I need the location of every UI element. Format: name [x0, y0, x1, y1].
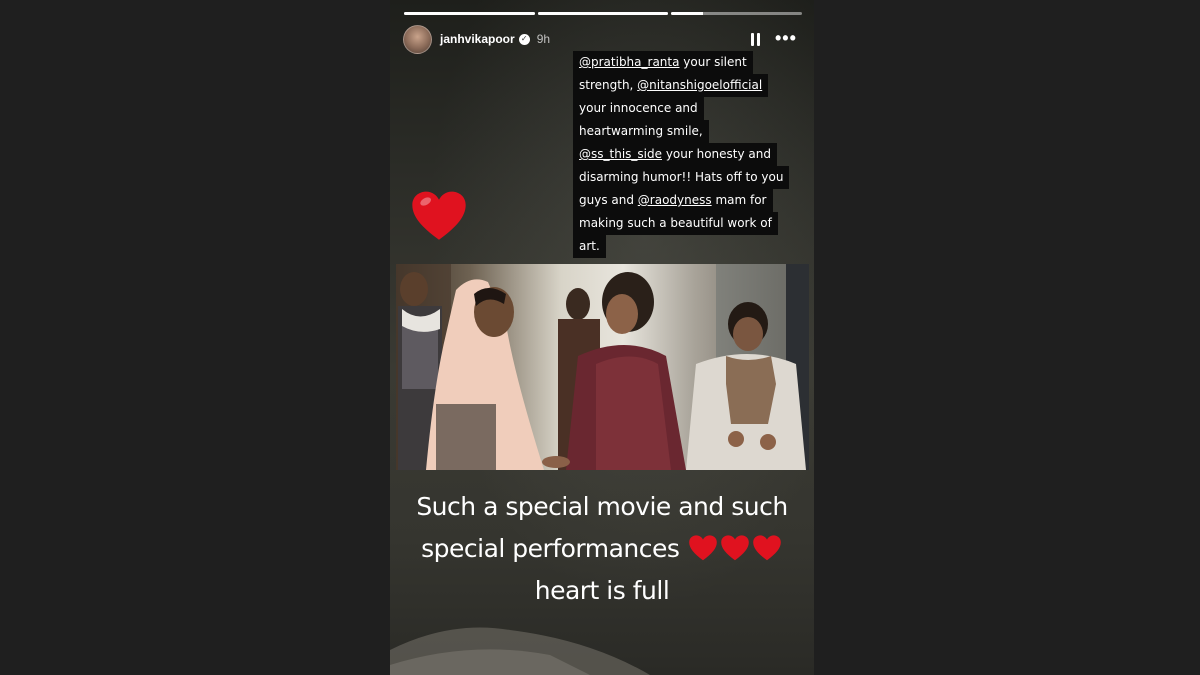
more-options-icon[interactable]: ••• — [775, 29, 797, 47]
story-header: janhvikapoor ✓ 9h ••• — [403, 24, 803, 54]
mention-link[interactable]: @ss_this_side — [579, 147, 662, 161]
story-text-overlay: Such a special movie and such special pe… — [390, 486, 814, 612]
overlay-line-2: special performances — [390, 528, 814, 570]
progress-fill-3 — [671, 12, 703, 15]
heart-emoji-icon — [721, 535, 749, 561]
caption-text: disarming humor!! Hats off to you — [579, 170, 784, 184]
caption-line: @pratibha_ranta your silent — [573, 51, 753, 74]
story-viewer[interactable]: janhvikapoor ✓ 9h ••• @pratibha_ranta yo… — [390, 0, 814, 675]
caption-text: heartwarming smile, — [579, 124, 703, 138]
movie-still-illustration — [396, 264, 809, 470]
story-caption: @pratibha_ranta your silent strength, @ni… — [573, 51, 790, 258]
progress-bar-3 — [671, 12, 803, 15]
username[interactable]: janhvikapoor — [440, 32, 515, 46]
overlay-line-3: heart is full — [534, 576, 670, 605]
caption-line: guys and @raodyness mam for — [573, 189, 773, 212]
caption-line: @ss_this_side your honesty and — [573, 143, 777, 166]
heart-emoji-icon — [689, 535, 717, 561]
caption-line: making such a beautiful work of — [573, 212, 778, 235]
pause-icon[interactable] — [750, 33, 762, 46]
caption-line: your innocence and — [573, 97, 704, 120]
progress-fill-2 — [537, 12, 669, 15]
mention-link[interactable]: @nitanshigoelofficial — [637, 78, 762, 92]
background-object — [390, 627, 650, 675]
heart-sticker-icon — [412, 191, 466, 240]
caption-line: heartwarming smile, — [573, 120, 709, 143]
story-progress-bars — [404, 12, 803, 15]
caption-text: art. — [579, 239, 600, 253]
mention-link[interactable]: @raodyness — [638, 193, 712, 207]
mention-link[interactable]: @pratibha_ranta — [579, 55, 679, 69]
caption-text: your silent — [679, 55, 747, 69]
overlay-line-1: Such a special movie and such — [416, 492, 788, 521]
caption-line: art. — [573, 235, 606, 258]
progress-bar-1 — [404, 12, 535, 15]
progress-bar-2 — [537, 12, 669, 15]
caption-line: disarming humor!! Hats off to you — [573, 166, 790, 189]
caption-text: guys and — [579, 193, 638, 207]
heart-emoji-icon — [753, 535, 781, 561]
overlay-line-2-text: special performances — [421, 534, 680, 563]
caption-text: your honesty and — [662, 147, 771, 161]
caption-text: your innocence and — [579, 101, 698, 115]
caption-text: making such a beautiful work of — [579, 216, 772, 230]
caption-text: strength, — [579, 78, 638, 92]
caption-text: mam for — [711, 193, 767, 207]
avatar[interactable] — [403, 24, 432, 54]
caption-line: strength, @nitanshigoelofficial — [573, 74, 769, 97]
movie-still-photo — [396, 264, 809, 470]
verified-badge-icon: ✓ — [518, 33, 530, 45]
progress-fill-1 — [404, 12, 535, 15]
post-time: 9h — [536, 32, 551, 46]
